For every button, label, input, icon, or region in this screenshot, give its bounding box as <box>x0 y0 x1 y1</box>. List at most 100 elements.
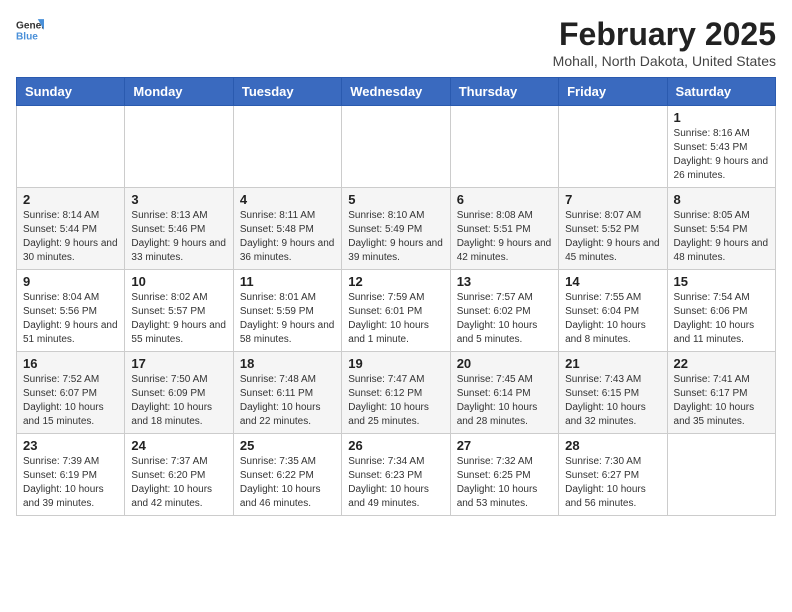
day-info: Sunrise: 7:41 AM Sunset: 6:17 PM Dayligh… <box>674 373 769 429</box>
logo: General Blue <box>16 16 44 44</box>
subtitle: Mohall, North Dakota, United States <box>553 53 776 69</box>
day-number: 28 <box>565 438 660 453</box>
day-info: Sunrise: 7:43 AM Sunset: 6:15 PM Dayligh… <box>565 373 660 429</box>
day-info: Sunrise: 8:14 AM Sunset: 5:44 PM Dayligh… <box>23 209 118 265</box>
day-info: Sunrise: 7:55 AM Sunset: 6:04 PM Dayligh… <box>565 291 660 347</box>
day-info: Sunrise: 8:10 AM Sunset: 5:49 PM Dayligh… <box>348 209 443 265</box>
calendar-cell: 16 Sunrise: 7:52 AM Sunset: 6:07 PM Dayli… <box>17 352 125 434</box>
calendar-cell: 8 Sunrise: 8:05 AM Sunset: 5:54 PM Daylig… <box>667 188 775 270</box>
calendar-week-0: 1 Sunrise: 8:16 AM Sunset: 5:43 PM Daylig… <box>17 106 776 188</box>
svg-text:Blue: Blue <box>16 31 38 42</box>
calendar-cell: 2 Sunrise: 8:14 AM Sunset: 5:44 PM Daylig… <box>17 188 125 270</box>
day-of-week-friday: Friday <box>559 78 667 106</box>
day-info: Sunrise: 7:35 AM Sunset: 6:22 PM Dayligh… <box>240 455 335 511</box>
day-info: Sunrise: 8:13 AM Sunset: 5:46 PM Dayligh… <box>131 209 226 265</box>
title-area: February 2025 Mohall, North Dakota, Unit… <box>553 16 776 69</box>
calendar-cell: 26Sunrise: 7:34 AM Sunset: 6:23 PM Dayli… <box>342 434 450 516</box>
day-number: 15 <box>674 274 769 289</box>
day-number: 21 <box>565 356 660 371</box>
calendar-cell <box>233 106 341 188</box>
calendar-cell <box>667 434 775 516</box>
day-info: Sunrise: 7:30 AM Sunset: 6:27 PM Dayligh… <box>565 455 660 511</box>
day-number: 16 <box>23 356 118 371</box>
day-number: 10 <box>131 274 226 289</box>
day-info: Sunrise: 7:52 AM Sunset: 6:07 PM Dayligh… <box>23 373 118 429</box>
calendar-cell <box>450 106 558 188</box>
calendar-cell: 15 Sunrise: 7:54 AM Sunset: 6:06 PM Dayli… <box>667 270 775 352</box>
calendar-cell: 28 Sunrise: 7:30 AM Sunset: 6:27 PM Dayli… <box>559 434 667 516</box>
main-title: February 2025 <box>553 16 776 53</box>
calendar-cell: 17 Sunrise: 7:50 AM Sunset: 6:09 PM Dayli… <box>125 352 233 434</box>
calendar-cell: 1 Sunrise: 8:16 AM Sunset: 5:43 PM Daylig… <box>667 106 775 188</box>
day-of-week-saturday: Saturday <box>667 78 775 106</box>
calendar-table: SundayMondayTuesdayWednesdayThursdayFrid… <box>16 77 776 516</box>
calendar-cell: 12 Sunrise: 7:59 AM Sunset: 6:01 PM Dayli… <box>342 270 450 352</box>
day-info: Sunrise: 8:07 AM Sunset: 5:52 PM Dayligh… <box>565 209 660 265</box>
day-info: Sunrise: 7:59 AM Sunset: 6:01 PM Dayligh… <box>348 291 443 347</box>
day-number: 3 <box>131 192 226 207</box>
day-info: Sunrise: 7:54 AM Sunset: 6:06 PM Dayligh… <box>674 291 769 347</box>
day-info: Sunrise: 7:47 AM Sunset: 6:12 PM Dayligh… <box>348 373 443 429</box>
calendar-cell <box>125 106 233 188</box>
day-number: 22 <box>674 356 769 371</box>
day-info: Sunrise: 8:16 AM Sunset: 5:43 PM Dayligh… <box>674 127 769 183</box>
day-number: 24 <box>131 438 226 453</box>
header: General Blue February 2025 Mohall, North… <box>16 16 776 69</box>
day-number: 17 <box>131 356 226 371</box>
day-number: 11 <box>240 274 335 289</box>
calendar-cell: 6Sunrise: 8:08 AM Sunset: 5:51 PM Daylig… <box>450 188 558 270</box>
calendar-cell <box>342 106 450 188</box>
calendar-cell: 24 Sunrise: 7:37 AM Sunset: 6:20 PM Dayli… <box>125 434 233 516</box>
day-info: Sunrise: 7:45 AM Sunset: 6:14 PM Dayligh… <box>457 373 552 429</box>
calendar-cell: 7 Sunrise: 8:07 AM Sunset: 5:52 PM Daylig… <box>559 188 667 270</box>
day-info: Sunrise: 8:04 AM Sunset: 5:56 PM Dayligh… <box>23 291 118 347</box>
day-number: 8 <box>674 192 769 207</box>
day-of-week-wednesday: Wednesday <box>342 78 450 106</box>
calendar-cell: 5 Sunrise: 8:10 AM Sunset: 5:49 PM Daylig… <box>342 188 450 270</box>
day-number: 23 <box>23 438 118 453</box>
day-number: 25 <box>240 438 335 453</box>
day-number: 14 <box>565 274 660 289</box>
calendar-week-3: 16 Sunrise: 7:52 AM Sunset: 6:07 PM Dayli… <box>17 352 776 434</box>
calendar-cell: 10 Sunrise: 8:02 AM Sunset: 5:57 PM Dayli… <box>125 270 233 352</box>
day-number: 26 <box>348 438 443 453</box>
day-number: 12 <box>348 274 443 289</box>
calendar-cell <box>17 106 125 188</box>
day-number: 20 <box>457 356 552 371</box>
day-number: 27 <box>457 438 552 453</box>
day-info: Sunrise: 8:02 AM Sunset: 5:57 PM Dayligh… <box>131 291 226 347</box>
day-number: 7 <box>565 192 660 207</box>
calendar-week-4: 23Sunrise: 7:39 AM Sunset: 6:19 PM Dayli… <box>17 434 776 516</box>
days-of-week-row: SundayMondayTuesdayWednesdayThursdayFrid… <box>17 78 776 106</box>
day-number: 2 <box>23 192 118 207</box>
calendar-cell <box>559 106 667 188</box>
day-number: 18 <box>240 356 335 371</box>
calendar-cell: 25 Sunrise: 7:35 AM Sunset: 6:22 PM Dayli… <box>233 434 341 516</box>
calendar-cell: 11 Sunrise: 8:01 AM Sunset: 5:59 PM Dayli… <box>233 270 341 352</box>
day-info: Sunrise: 8:11 AM Sunset: 5:48 PM Dayligh… <box>240 209 335 265</box>
day-number: 13 <box>457 274 552 289</box>
day-info: Sunrise: 7:48 AM Sunset: 6:11 PM Dayligh… <box>240 373 335 429</box>
calendar-cell: 21 Sunrise: 7:43 AM Sunset: 6:15 PM Dayli… <box>559 352 667 434</box>
day-number: 1 <box>674 110 769 125</box>
day-of-week-sunday: Sunday <box>17 78 125 106</box>
calendar-cell: 22 Sunrise: 7:41 AM Sunset: 6:17 PM Dayli… <box>667 352 775 434</box>
calendar-header: SundayMondayTuesdayWednesdayThursdayFrid… <box>17 78 776 106</box>
day-number: 19 <box>348 356 443 371</box>
calendar-cell: 4Sunrise: 8:11 AM Sunset: 5:48 PM Daylig… <box>233 188 341 270</box>
calendar-cell: 14 Sunrise: 7:55 AM Sunset: 6:04 PM Dayli… <box>559 270 667 352</box>
calendar-cell: 13Sunrise: 7:57 AM Sunset: 6:02 PM Dayli… <box>450 270 558 352</box>
day-of-week-thursday: Thursday <box>450 78 558 106</box>
day-info: Sunrise: 8:08 AM Sunset: 5:51 PM Dayligh… <box>457 209 552 265</box>
day-info: Sunrise: 7:50 AM Sunset: 6:09 PM Dayligh… <box>131 373 226 429</box>
calendar-body: 1 Sunrise: 8:16 AM Sunset: 5:43 PM Daylig… <box>17 106 776 516</box>
day-number: 5 <box>348 192 443 207</box>
calendar-cell: 20 Sunrise: 7:45 AM Sunset: 6:14 PM Dayli… <box>450 352 558 434</box>
day-info: Sunrise: 7:37 AM Sunset: 6:20 PM Dayligh… <box>131 455 226 511</box>
day-info: Sunrise: 8:01 AM Sunset: 5:59 PM Dayligh… <box>240 291 335 347</box>
calendar-cell: 3 Sunrise: 8:13 AM Sunset: 5:46 PM Daylig… <box>125 188 233 270</box>
day-info: Sunrise: 8:05 AM Sunset: 5:54 PM Dayligh… <box>674 209 769 265</box>
day-of-week-monday: Monday <box>125 78 233 106</box>
calendar-cell: 27Sunrise: 7:32 AM Sunset: 6:25 PM Dayli… <box>450 434 558 516</box>
calendar-week-1: 2 Sunrise: 8:14 AM Sunset: 5:44 PM Daylig… <box>17 188 776 270</box>
